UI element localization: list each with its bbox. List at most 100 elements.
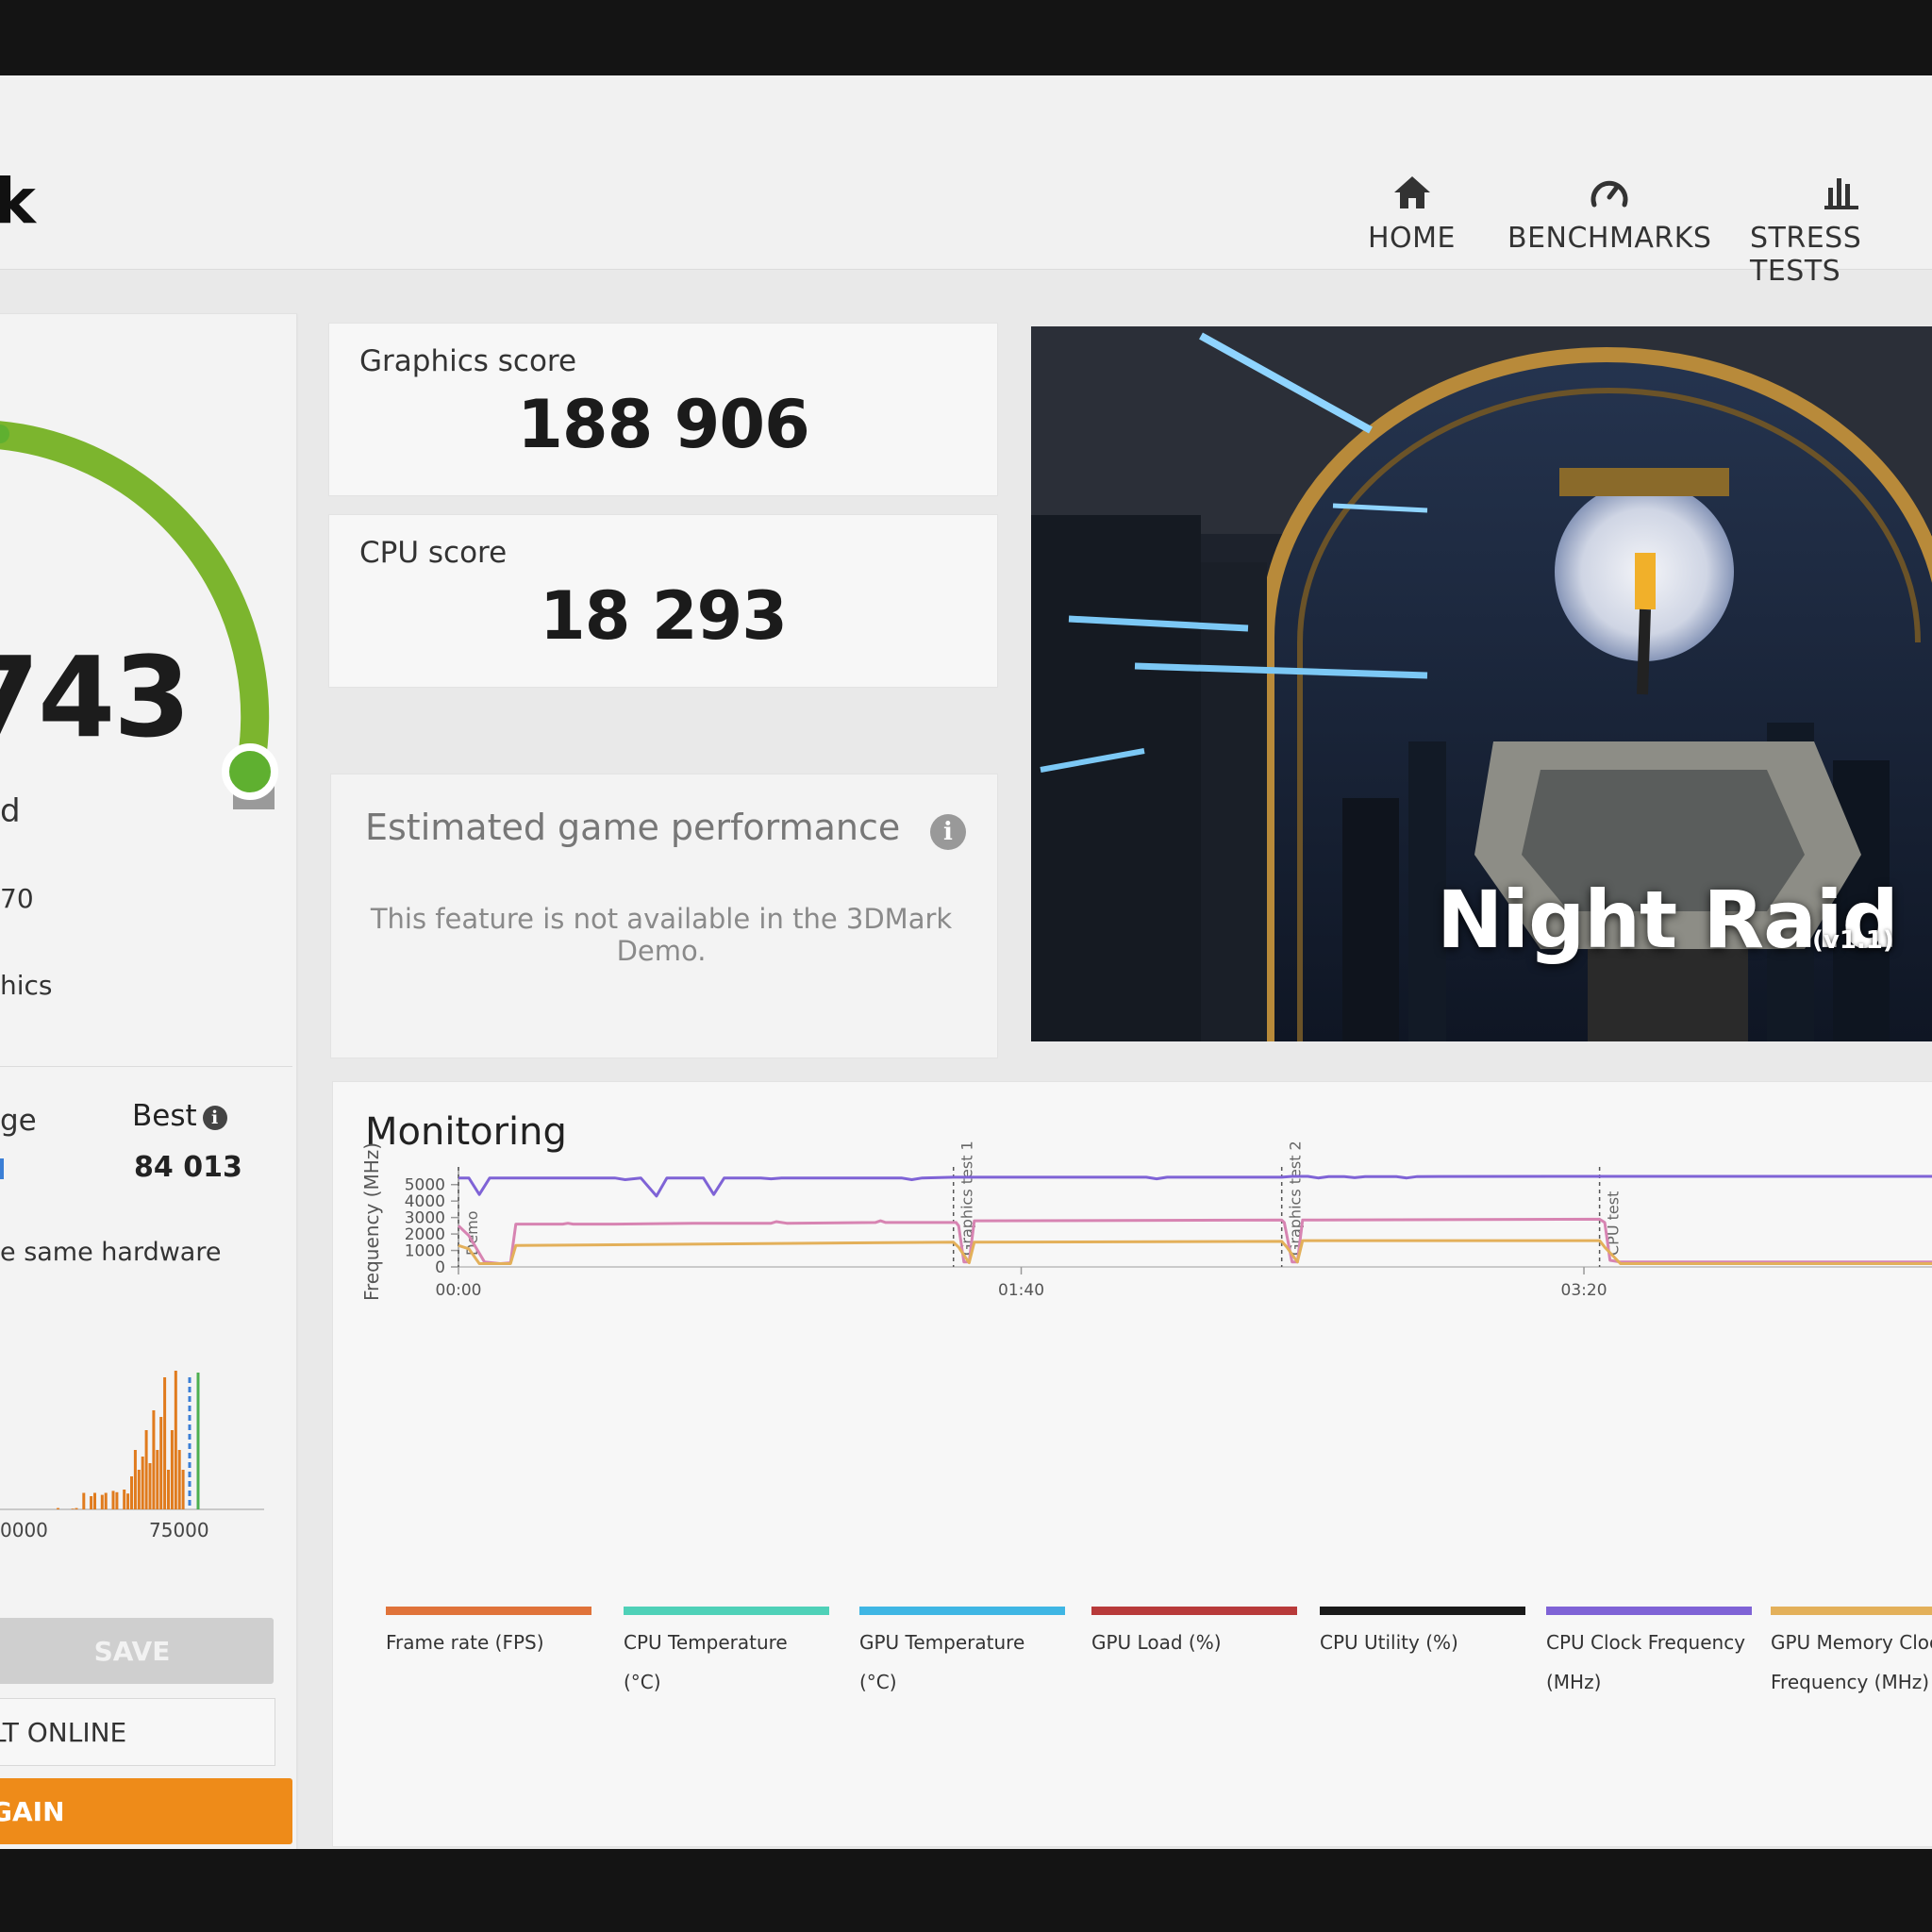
legend-swatch bbox=[1771, 1607, 1932, 1615]
histogram-bar bbox=[130, 1476, 133, 1509]
histogram-bar bbox=[163, 1377, 167, 1509]
x-tick-label: 00:00 bbox=[436, 1281, 482, 1300]
legend-swatch bbox=[624, 1607, 829, 1615]
histogram-bar bbox=[152, 1410, 156, 1509]
y-tick-label: 4000 bbox=[405, 1192, 445, 1211]
nav-home[interactable]: HOME bbox=[1368, 175, 1456, 255]
histogram-bar bbox=[57, 1507, 59, 1509]
nav-stress-tests[interactable]: STRESS TESTS bbox=[1750, 175, 1932, 288]
y-tick-label: 2000 bbox=[405, 1225, 445, 1244]
top-navigation-bar: k HOME BENCHMARKS STRESS TESTS bbox=[0, 75, 1932, 288]
cpu-score-card: CPU score 18 293 bbox=[328, 514, 998, 688]
speedometer-icon bbox=[1591, 180, 1628, 208]
y-axis-label: Frequency (MHz) bbox=[360, 1142, 383, 1301]
nav-benchmarks-label: BENCHMARKS bbox=[1507, 222, 1712, 255]
legend-label: GPU Load (%) bbox=[1091, 1631, 1222, 1654]
legend-item[interactable]: Frame rate (FPS) bbox=[386, 1607, 591, 1662]
graphics-score-card: Graphics score 188 906 bbox=[328, 323, 998, 496]
same-hardware-label: e same hardware bbox=[0, 1238, 222, 1267]
histogram-bar bbox=[174, 1371, 177, 1509]
view-result-online-button[interactable]: LT ONLINE bbox=[0, 1698, 275, 1766]
graphics-score-value: 188 906 bbox=[517, 386, 810, 463]
graphics-score-label: Graphics score bbox=[359, 344, 577, 378]
average-label-fragment: ge bbox=[0, 1104, 37, 1138]
legend-swatch bbox=[1091, 1607, 1297, 1615]
histogram-bar bbox=[100, 1494, 104, 1509]
legend-label: CPU Utility (%) bbox=[1320, 1631, 1458, 1654]
histogram-bar bbox=[133, 1450, 137, 1509]
cpu-score-value: 18 293 bbox=[540, 577, 788, 655]
histogram-bar bbox=[181, 1470, 185, 1509]
score-text-fragment-1: d bbox=[0, 792, 21, 830]
overall-score: 743 bbox=[0, 632, 191, 762]
legend-item[interactable]: GPU Temperature (°C) bbox=[859, 1607, 1065, 1702]
y-tick-label: 3000 bbox=[405, 1209, 445, 1228]
legend-label: CPU Temperature (°C) bbox=[624, 1631, 788, 1693]
best-score-label: Best i bbox=[132, 1099, 227, 1133]
histogram-bar bbox=[156, 1450, 159, 1509]
histogram-bar bbox=[123, 1490, 126, 1509]
legend-item[interactable]: CPU Clock Frequency (MHz) bbox=[1546, 1607, 1752, 1702]
feature-unavailable-message: This feature is not available in the 3DM… bbox=[370, 903, 953, 967]
best-score-value: 84 013 bbox=[134, 1151, 242, 1184]
histogram-tick: 75000 bbox=[149, 1519, 209, 1541]
x-tick-label: 03:20 bbox=[1561, 1281, 1607, 1300]
histogram-bar bbox=[148, 1463, 152, 1509]
estimated-game-performance-title: Estimated game performance bbox=[365, 807, 901, 848]
monitoring-panel: Monitoring 0 1000 2000 3000 4000 5000 00:00 01:… bbox=[332, 1081, 1932, 1847]
histogram-bar bbox=[170, 1430, 174, 1509]
histogram-bar bbox=[82, 1492, 86, 1509]
legend-swatch bbox=[1320, 1607, 1525, 1615]
histogram-bar bbox=[104, 1492, 108, 1509]
nav-home-label: HOME bbox=[1368, 222, 1457, 255]
legend-swatch bbox=[859, 1607, 1065, 1615]
estimated-game-performance-card: Estimated game performance i This featur… bbox=[330, 774, 998, 1058]
screen: k HOME BENCHMARKS STRESS TESTS 743 d 70 … bbox=[0, 75, 1932, 1849]
series-line bbox=[458, 1239, 1932, 1265]
benchmark-version: (v1.1) bbox=[1812, 926, 1894, 955]
info-icon[interactable]: i bbox=[930, 814, 966, 850]
app-logo: k bbox=[0, 165, 36, 238]
divider bbox=[0, 1066, 292, 1067]
histogram-bar bbox=[90, 1496, 93, 1509]
benchmark-hero-image: Night Raid (v1.1) bbox=[1031, 326, 1932, 1041]
histogram-bar bbox=[137, 1470, 141, 1509]
y-tick-label: 1000 bbox=[405, 1242, 445, 1261]
histogram-bar bbox=[111, 1491, 115, 1509]
histogram-bar bbox=[71, 1508, 75, 1509]
info-icon[interactable]: i bbox=[202, 1106, 227, 1130]
home-icon bbox=[1393, 176, 1430, 208]
histogram-bar bbox=[75, 1507, 78, 1509]
x-tick-label: 01:40 bbox=[998, 1281, 1044, 1300]
average-marker bbox=[0, 1158, 4, 1179]
bar-chart-icon bbox=[1824, 178, 1858, 209]
score-distribution-histogram bbox=[0, 1371, 264, 1510]
nav-benchmarks[interactable]: BENCHMARKS bbox=[1507, 175, 1711, 255]
y-tick-label: 5000 bbox=[405, 1176, 445, 1195]
legend-item[interactable]: GPU Memory Clock Frequency (MHz) bbox=[1771, 1607, 1932, 1702]
histogram-tick: 0000 bbox=[0, 1519, 48, 1541]
legend-item[interactable]: GPU Load (%) bbox=[1091, 1607, 1297, 1662]
series-line bbox=[458, 1174, 1932, 1198]
histogram-bar bbox=[167, 1470, 170, 1509]
legend-item[interactable]: CPU Utility (%) bbox=[1320, 1607, 1525, 1662]
run-again-button[interactable]: GAIN bbox=[0, 1778, 292, 1844]
histogram-bar bbox=[159, 1417, 163, 1509]
legend-item[interactable]: CPU Temperature (°C) bbox=[624, 1607, 829, 1702]
legend-swatch bbox=[1546, 1607, 1752, 1615]
y-tick-label: 0 bbox=[435, 1258, 445, 1277]
legend-label: GPU Memory Clock Frequency (MHz) bbox=[1771, 1631, 1932, 1693]
monitoring-chart: 010002000300040005000 00:00 01:40 03:20 Freq… bbox=[360, 1141, 1932, 1301]
histogram-bar bbox=[115, 1491, 119, 1509]
cpu-score-label: CPU score bbox=[359, 536, 508, 570]
score-text-fragment-3: hics bbox=[0, 970, 53, 1001]
save-button[interactable]: SAVE bbox=[0, 1618, 274, 1684]
histogram-bar bbox=[177, 1450, 181, 1509]
legend-label: Frame rate (FPS) bbox=[386, 1631, 544, 1654]
score-text-fragment-2: 70 bbox=[0, 883, 34, 914]
histogram-bar bbox=[144, 1430, 148, 1509]
score-gauge bbox=[0, 421, 278, 809]
histogram-bar bbox=[126, 1493, 130, 1509]
histogram-bar bbox=[141, 1457, 144, 1509]
legend-label: CPU Clock Frequency (MHz) bbox=[1546, 1631, 1746, 1693]
